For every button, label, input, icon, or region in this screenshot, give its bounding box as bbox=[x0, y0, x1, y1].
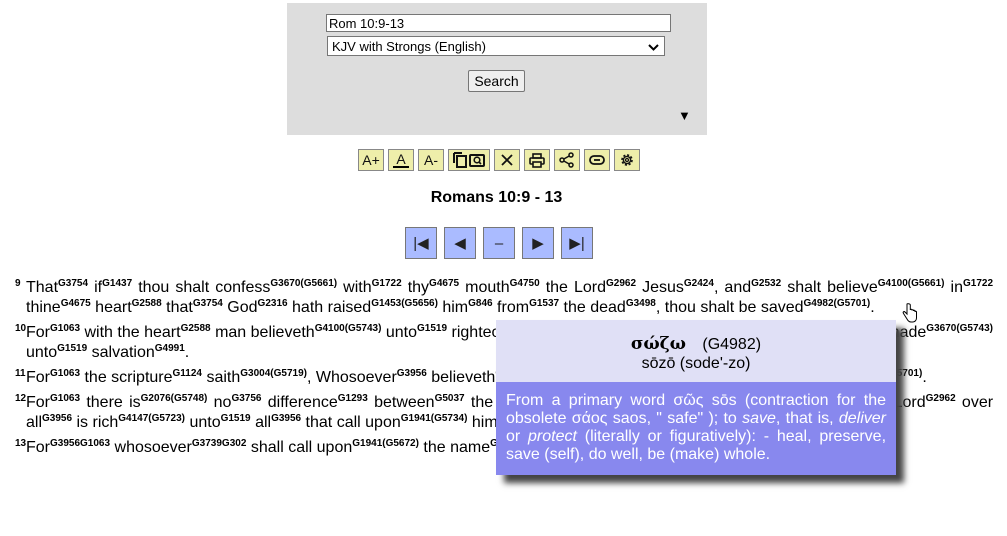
next-icon: ▶ bbox=[532, 235, 544, 252]
expand-toggle-icon[interactable]: ▼ bbox=[678, 108, 691, 123]
search-button[interactable]: Search bbox=[468, 70, 525, 92]
previous-chapter-button[interactable]: ◀ bbox=[444, 227, 476, 259]
strongs-ref[interactable]: G4100(G5661) bbox=[878, 278, 945, 289]
strongs-ref[interactable]: G3004(G5719) bbox=[240, 368, 307, 379]
strongs-ref[interactable]: G3956 bbox=[42, 413, 72, 424]
strongs-ref[interactable]: G1537 bbox=[529, 298, 559, 309]
popup-definition: From a primary word σῶς sōs (contraction… bbox=[496, 382, 896, 475]
strongs-ref[interactable]: G4982(G5701) bbox=[804, 298, 871, 309]
search-panel: KJV with Strongs (English) Search ▼ bbox=[287, 3, 707, 135]
close-button[interactable] bbox=[494, 149, 520, 171]
strongs-ref[interactable]: G2962 bbox=[606, 278, 636, 289]
strongs-ref[interactable]: G2588 bbox=[132, 298, 162, 309]
dash-icon: – bbox=[494, 234, 504, 252]
font-decrease-label: A- bbox=[424, 152, 438, 168]
skip-forward-icon: ▶| bbox=[569, 235, 585, 252]
strongs-ref[interactable]: G2588 bbox=[181, 323, 211, 334]
strongs-ref[interactable]: G1293 bbox=[338, 393, 368, 404]
strongs-ref[interactable]: G1519 bbox=[417, 323, 447, 334]
verse-number[interactable]: 13 bbox=[15, 434, 26, 454]
strongs-ref[interactable]: G2532 bbox=[751, 278, 781, 289]
font-default-label: A bbox=[393, 152, 409, 168]
hand-cursor-icon bbox=[902, 303, 918, 323]
popup-header: σώζω (G4982) sōzō (sode'-zo) bbox=[496, 320, 896, 382]
greek-word: σώζω bbox=[630, 334, 686, 354]
previous-icon: ◀ bbox=[454, 235, 466, 252]
strongs-ref[interactable]: G1722 bbox=[372, 278, 402, 289]
strongs-popup: σώζω (G4982) sōzō (sode'-zo) From a prim… bbox=[496, 320, 896, 475]
share-button[interactable] bbox=[554, 149, 580, 171]
verse-number[interactable]: 10 bbox=[15, 319, 26, 339]
strongs-ref[interactable]: G1941(G5734) bbox=[401, 413, 468, 424]
strongs-ref[interactable]: G3754 bbox=[193, 298, 223, 309]
strongs-ref[interactable]: G3498 bbox=[626, 298, 656, 309]
chevron-down-icon bbox=[648, 37, 659, 64]
strongs-ref[interactable]: G1063 bbox=[50, 393, 80, 404]
verse-number[interactable]: 12 bbox=[15, 389, 26, 409]
verse-number[interactable]: 9 bbox=[15, 274, 21, 294]
chapter-nav-top: |◀ ◀ – ▶ ▶| bbox=[405, 227, 593, 259]
strongs-ref[interactable]: G1519 bbox=[221, 413, 251, 424]
current-chapter-button[interactable]: – bbox=[483, 227, 515, 259]
verse-text: ThatG3754 ifG1437 thou shalt confessG367… bbox=[26, 278, 994, 317]
strongs-ref[interactable]: G5037 bbox=[435, 393, 465, 404]
settings-button[interactable] bbox=[614, 149, 640, 171]
font-increase-label: A+ bbox=[362, 152, 380, 168]
version-select[interactable]: KJV with Strongs (English) bbox=[327, 36, 665, 56]
strongs-ref[interactable]: G4675 bbox=[429, 278, 459, 289]
transliteration: sōzō (sode'-zo) bbox=[641, 355, 751, 372]
copy-search-button[interactable] bbox=[448, 149, 490, 171]
strongs-ref[interactable]: G1437 bbox=[102, 278, 132, 289]
strongs-ref[interactable]: G1722 bbox=[963, 278, 993, 289]
next-chapter-button[interactable]: ▶ bbox=[522, 227, 554, 259]
strongs-ref[interactable]: G2424 bbox=[684, 278, 714, 289]
strongs-ref[interactable]: G1941(G5672) bbox=[352, 438, 419, 449]
strongs-ref[interactable]: G4147(G5723) bbox=[118, 413, 185, 424]
strongs-ref[interactable]: G3670(G5743) bbox=[926, 323, 993, 334]
link-button[interactable] bbox=[584, 149, 610, 171]
strongs-ref[interactable]: G4675 bbox=[61, 298, 91, 309]
strongs-ref[interactable]: G3956G1063 bbox=[50, 438, 110, 449]
link-icon bbox=[589, 155, 605, 165]
strongs-ref[interactable]: G3754 bbox=[58, 278, 88, 289]
strongs-ref[interactable]: G4750 bbox=[510, 278, 540, 289]
strongs-ref[interactable]: G1519 bbox=[57, 343, 87, 354]
copy-search-icon bbox=[452, 152, 486, 168]
verse-number[interactable]: 11 bbox=[15, 364, 26, 384]
last-chapter-button[interactable]: ▶| bbox=[561, 227, 593, 259]
strongs-ref[interactable]: G1124 bbox=[173, 368, 202, 379]
strongs-ref[interactable]: G3756 bbox=[231, 393, 261, 404]
gear-icon bbox=[619, 152, 635, 168]
strongs-ref[interactable]: G2316 bbox=[258, 298, 288, 309]
close-icon bbox=[501, 154, 513, 166]
skip-back-icon: |◀ bbox=[413, 235, 429, 252]
strongs-ref[interactable]: G3956 bbox=[397, 368, 427, 379]
version-select-value: KJV with Strongs (English) bbox=[332, 39, 486, 54]
strongs-ref[interactable]: G1063 bbox=[50, 368, 80, 379]
strongs-ref[interactable]: G3956 bbox=[271, 413, 301, 424]
strongs-ref[interactable]: G4100(G5743) bbox=[315, 323, 382, 334]
strongs-number: (G4982) bbox=[702, 336, 762, 353]
toolbar: A+ A A- bbox=[358, 149, 640, 173]
strongs-ref[interactable]: G3670(G5661) bbox=[270, 278, 337, 289]
verse-9: 9 ThatG3754 ifG1437 thou shalt confessG36… bbox=[10, 278, 993, 318]
strongs-ref[interactable]: G1063 bbox=[50, 323, 80, 334]
strongs-ref[interactable]: G2076(G5748) bbox=[141, 393, 208, 404]
font-increase-button[interactable]: A+ bbox=[358, 149, 384, 171]
strongs-ref[interactable]: G2962 bbox=[926, 393, 956, 404]
strongs-ref[interactable]: G1453(G5656) bbox=[371, 298, 438, 309]
strongs-ref[interactable]: G3739G302 bbox=[192, 438, 247, 449]
font-default-button[interactable]: A bbox=[388, 149, 414, 171]
first-chapter-button[interactable]: |◀ bbox=[405, 227, 437, 259]
strongs-ref[interactable]: G4991 bbox=[155, 343, 185, 354]
strongs-ref[interactable]: G846 bbox=[468, 298, 492, 309]
print-icon bbox=[529, 152, 545, 168]
share-icon bbox=[559, 152, 575, 168]
reference-input[interactable] bbox=[326, 14, 671, 32]
passage-title: Romans 10:9 - 13 bbox=[430, 189, 563, 206]
font-decrease-button[interactable]: A- bbox=[418, 149, 444, 171]
print-button[interactable] bbox=[524, 149, 550, 171]
